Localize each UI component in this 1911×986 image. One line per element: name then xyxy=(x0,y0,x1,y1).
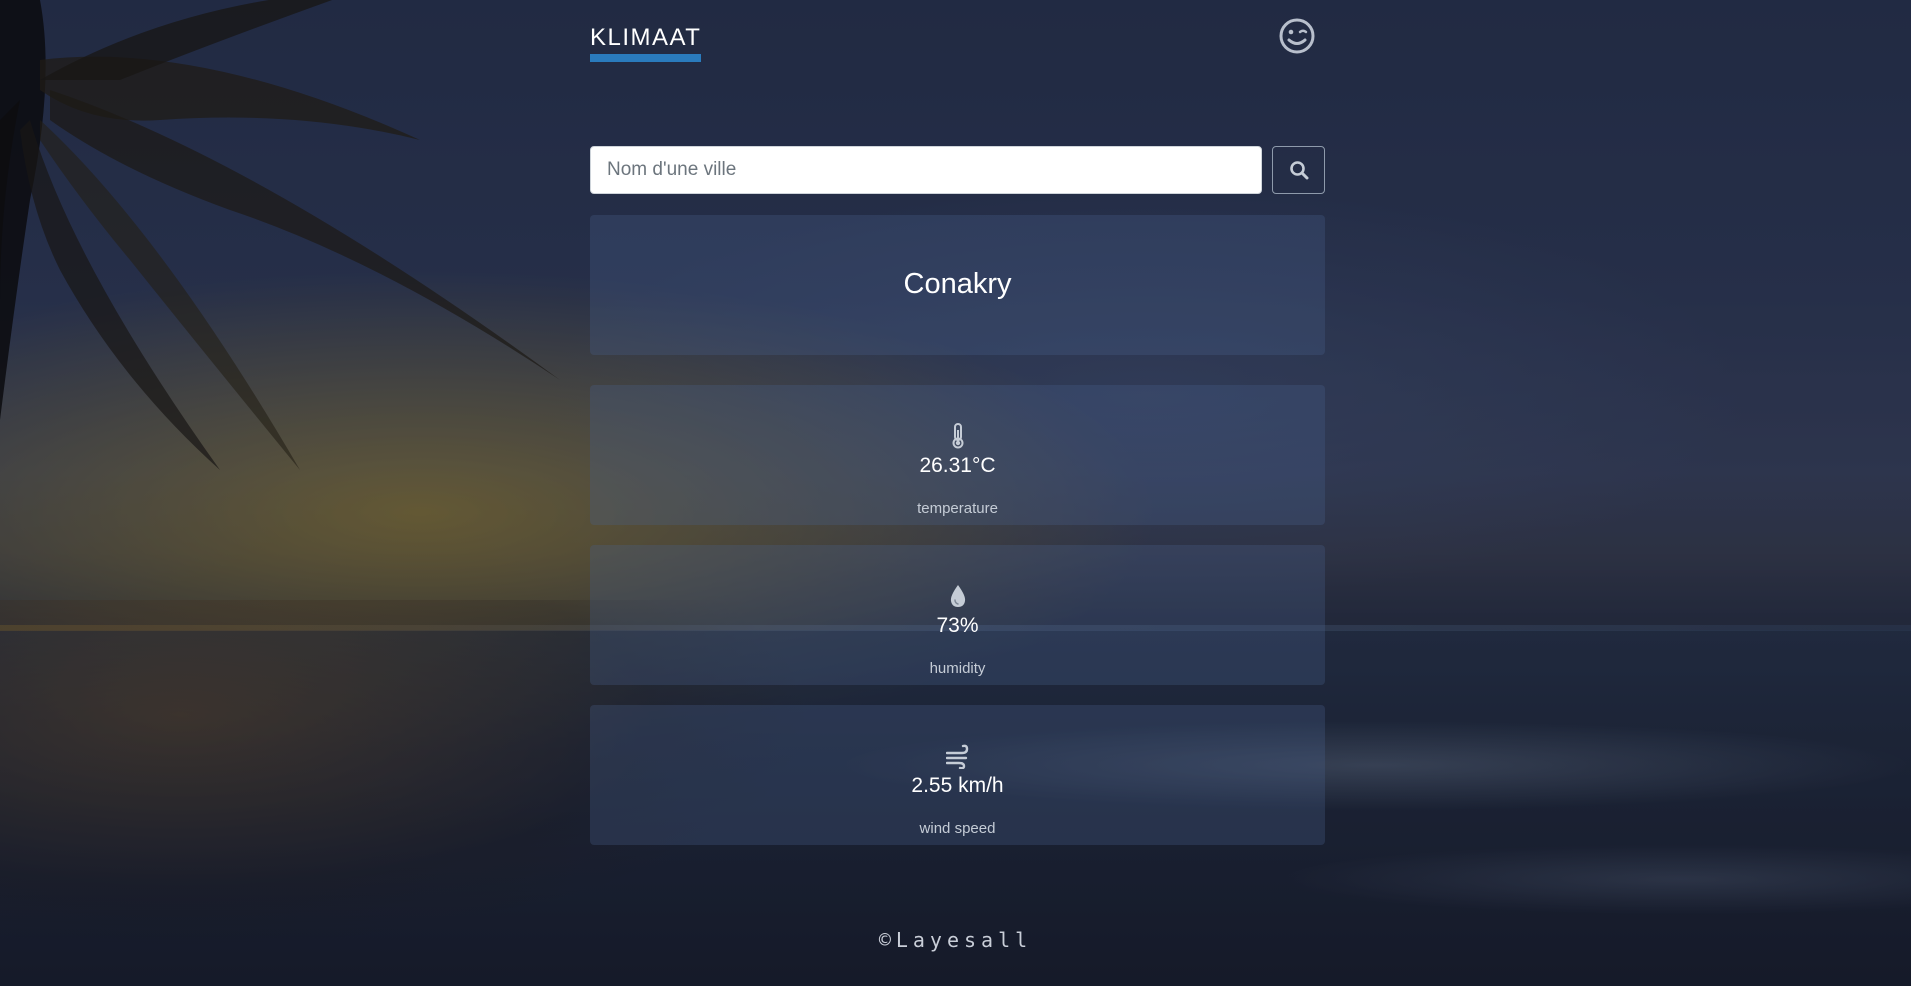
wind-speed-card: 2.55 km/h wind speed xyxy=(590,705,1325,845)
city-search-input[interactable] xyxy=(590,146,1262,194)
search-form xyxy=(590,146,1325,194)
city-card: Conakry xyxy=(590,215,1325,355)
humidity-label: humidity xyxy=(929,660,986,677)
palm-tree-silhouette xyxy=(0,0,560,470)
temperature-card: 26.31°C temperature xyxy=(590,385,1325,525)
temperature-label: temperature xyxy=(917,500,998,517)
search-button[interactable] xyxy=(1272,146,1325,194)
temperature-value: 26.31°C xyxy=(919,454,996,477)
city-name: Conakry xyxy=(903,268,1012,300)
water-drop-icon xyxy=(950,585,965,607)
humidity-value: 73% xyxy=(936,614,979,637)
search-icon xyxy=(1289,161,1308,180)
brand-logo[interactable]: KLIMAAT xyxy=(590,24,702,62)
thermometer-icon xyxy=(952,423,963,449)
wind-speed-label: wind speed xyxy=(919,820,996,837)
smile-wink-icon[interactable] xyxy=(1277,16,1317,56)
humidity-card: 73% humidity xyxy=(590,545,1325,685)
wind-speed-value: 2.55 km/h xyxy=(911,774,1004,797)
wind-icon xyxy=(945,744,968,769)
footer-credit: ©Layesall xyxy=(878,928,1033,952)
